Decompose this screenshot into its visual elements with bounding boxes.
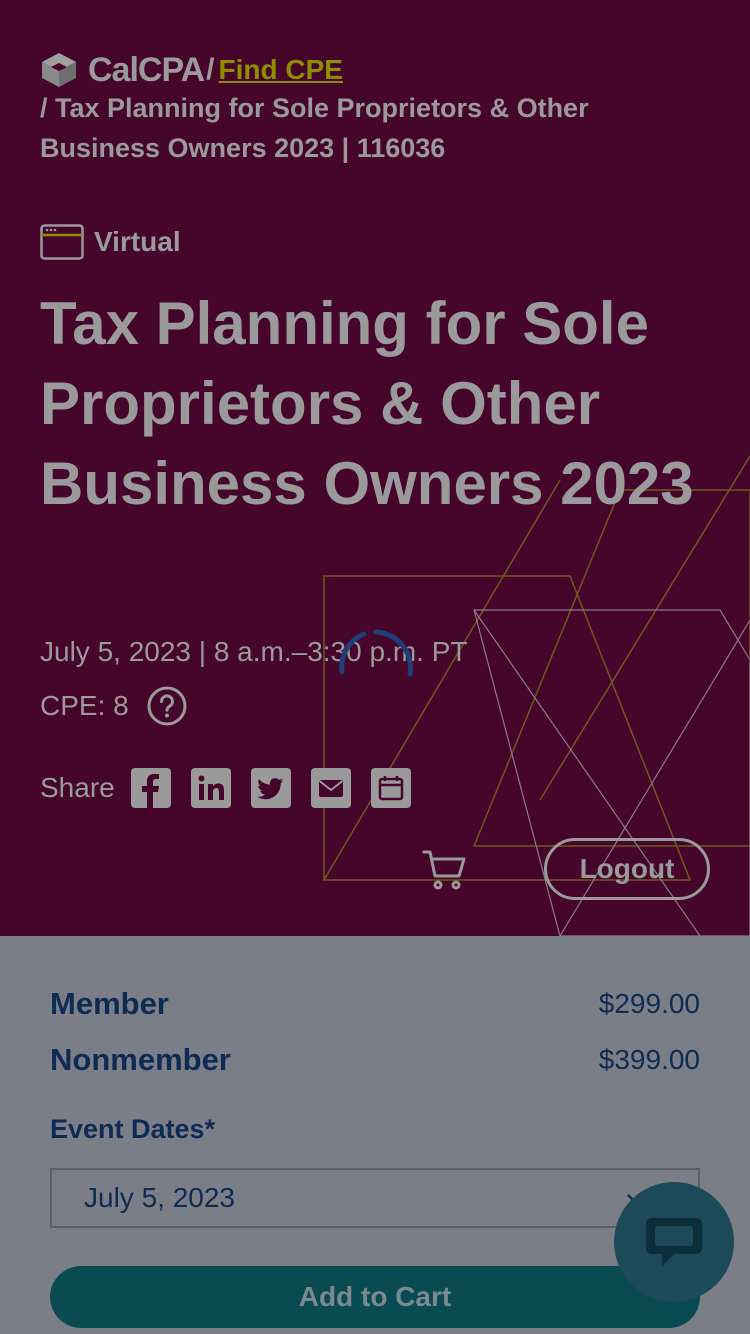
share-label: Share [40,772,115,803]
breadcrumb-current-page: / Tax Planning for Sole Proprietors & Ot… [40,93,589,163]
facebook-icon[interactable] [130,768,171,808]
chat-bubble-icon [646,1218,702,1266]
selected-date: July 5, 2023 [84,1182,235,1213]
nonmember-label: Nonmember [50,1042,231,1077]
calcpa-logo-icon [42,53,76,87]
event-title: Tax Planning for Sole Proprietors & Othe… [40,290,694,517]
browser-window-icon [40,224,84,260]
share-bar: Share [40,766,431,810]
chat-button[interactable] [614,1182,734,1302]
breadcrumb-find-cpe-link[interactable]: Find CPE [219,54,343,86]
cpe-label: CPE: 8 [40,690,129,721]
help-question-icon[interactable] [147,686,187,726]
shopping-cart-icon[interactable] [422,848,468,892]
event-dates-label: Event Dates* [50,1114,216,1144]
event-format: Virtual [40,222,181,262]
calendar-icon[interactable] [370,768,411,808]
event-hero: CalCPA / Find CPE / Tax Planning for Sol… [0,0,750,936]
twitter-icon[interactable] [250,768,291,808]
nonmember-price-row: Nonmember $399.00 [50,1042,700,1078]
email-icon[interactable] [310,768,351,808]
breadcrumb: CalCPA / Find CPE [40,50,343,90]
member-price: $299.00 [598,988,700,1019]
linkedin-icon[interactable] [190,768,231,808]
member-label: Member [50,986,169,1021]
member-price-row: Member $299.00 [50,986,700,1022]
breadcrumb-separator: / [206,53,215,86]
add-to-cart-button[interactable]: Add to Cart [50,1266,700,1328]
cpe-credits: CPE: 8 [40,686,187,726]
loading-spinner-icon [339,629,413,677]
logo-text[interactable]: CalCPA [88,51,205,90]
event-date-select[interactable]: July 5, 2023 [50,1168,700,1228]
nonmember-price: $399.00 [598,1044,700,1075]
logout-button[interactable]: Logout [544,838,710,900]
event-format-label: Virtual [94,226,181,257]
